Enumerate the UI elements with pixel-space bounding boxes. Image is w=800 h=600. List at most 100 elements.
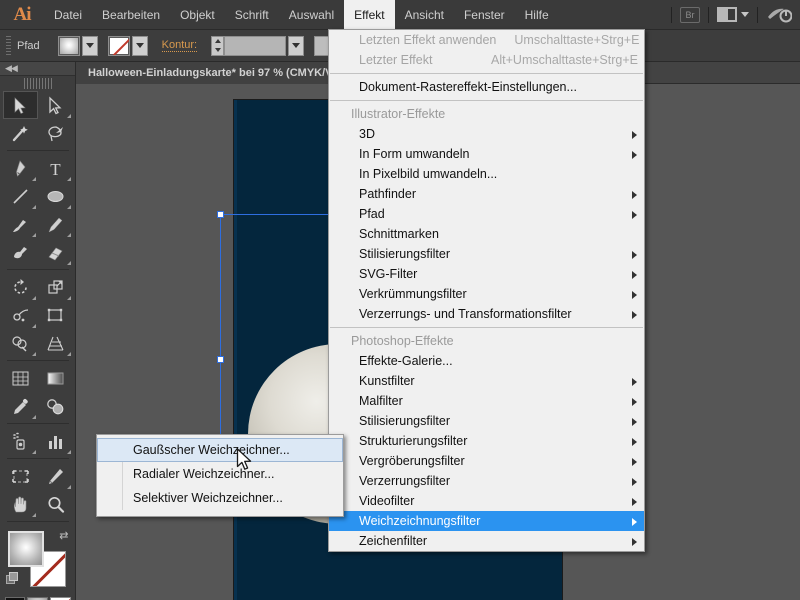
slice-tool[interactable]: [38, 462, 73, 490]
stroke-swatch[interactable]: [107, 35, 130, 56]
pen-tool[interactable]: [3, 154, 38, 182]
stroke-weight-label[interactable]: Kontur:: [161, 39, 198, 52]
menu-schrift[interactable]: Schrift: [225, 0, 279, 30]
menu-item-schnittmarken[interactable]: Schnittmarken: [329, 224, 644, 244]
menu-effekt[interactable]: Effekt: [344, 0, 395, 30]
menu-auswahl[interactable]: Auswahl: [279, 0, 344, 30]
paintbrush-tool[interactable]: [3, 210, 38, 238]
menu-item-in-pixelbild-umwandeln[interactable]: In Pixelbild umwandeln...: [329, 164, 644, 184]
menu-objekt[interactable]: Objekt: [170, 0, 225, 30]
shape-builder-icon: [11, 335, 27, 351]
toolbox-fill-swatch[interactable]: [7, 531, 44, 567]
stroke-weight-dropdown-button[interactable]: [288, 35, 305, 56]
fill-dropdown-button[interactable]: [81, 35, 98, 56]
artboard-tool[interactable]: [3, 462, 38, 490]
shape-builder-tool[interactable]: [3, 329, 38, 357]
workspace-switcher-icon[interactable]: [766, 6, 792, 24]
arrange-documents-icon[interactable]: [717, 7, 749, 22]
menu-item-malfilter[interactable]: Malfilter: [329, 391, 644, 411]
scale-tool[interactable]: [38, 273, 73, 301]
fill-control[interactable]: [57, 35, 98, 56]
menu-item-label: Stilisierungsfilter: [359, 414, 451, 428]
menu-item-verzerrungs-und-transformationsfilter[interactable]: Verzerrungs- und Transformationsfilter: [329, 304, 644, 324]
eyedropper-tool[interactable]: [3, 392, 38, 420]
selection-handle[interactable]: [217, 356, 224, 363]
menu-item-stilisierungsfilter[interactable]: Stilisierungsfilter: [329, 244, 644, 264]
stroke-weight-field[interactable]: [224, 35, 287, 56]
menu-item-strukturierungsfilter[interactable]: Strukturierungsfilter: [329, 431, 644, 451]
menu-item-vergröberungsfilter[interactable]: Vergröberungsfilter: [329, 451, 644, 471]
menu-item-stilisierungsfilter[interactable]: Stilisierungsfilter: [329, 411, 644, 431]
menu-fenster[interactable]: Fenster: [454, 0, 515, 30]
line-segment-tool[interactable]: [3, 182, 38, 210]
rotate-tool[interactable]: [3, 273, 38, 301]
menu-item-verzerrungsfilter[interactable]: Verzerrungsfilter: [329, 471, 644, 491]
symbol-sprayer-tool[interactable]: [3, 427, 38, 455]
menu-item-pfad[interactable]: Pfad: [329, 204, 644, 224]
menu-item-effekte-galerie[interactable]: Effekte-Galerie...: [329, 351, 644, 371]
menu-item-label: In Form umwandeln: [359, 147, 470, 161]
toolbox-grip[interactable]: [23, 78, 52, 89]
selection-handle[interactable]: [217, 211, 224, 218]
tool-flyout-indicator: [31, 450, 36, 454]
tool-flyout-indicator: [66, 233, 71, 237]
submenu-item-selektiver-weichzeichner[interactable]: Selektiver Weichzeichner...: [97, 486, 343, 510]
control-bar-grip[interactable]: [6, 35, 11, 56]
gradient-icon: [47, 372, 63, 384]
fill-swatch[interactable]: [57, 35, 80, 56]
menu-datei[interactable]: Datei: [44, 0, 92, 30]
menu-item-3d[interactable]: 3D: [329, 124, 644, 144]
menu-item-zeichenfilter[interactable]: Zeichenfilter: [329, 531, 644, 551]
menu-ansicht[interactable]: Ansicht: [395, 0, 454, 30]
submenu-arrow-icon: [632, 191, 637, 199]
submenu-arrow-icon: [632, 131, 637, 139]
menu-item-pathfinder[interactable]: Pathfinder: [329, 184, 644, 204]
blend-icon: [46, 398, 63, 414]
blob-brush-tool[interactable]: [3, 238, 38, 266]
direct-selection-tool[interactable]: [38, 91, 73, 119]
menu-item-kunstfilter[interactable]: Kunstfilter: [329, 371, 644, 391]
swap-fill-stroke-icon[interactable]: ⇄: [59, 529, 68, 542]
weichzeichnungsfilter-submenu[interactable]: Gaußscher Weichzeichner... Radialer Weich…: [96, 434, 344, 517]
stroke-dropdown-button[interactable]: [131, 35, 148, 56]
submenu-arrow-icon: [632, 498, 637, 506]
artboard-icon: [11, 469, 29, 483]
menu-item-dokument-rastereffekt-einstellungen[interactable]: Dokument-Rastereffekt-Einstellungen...: [329, 77, 644, 97]
menu-hilfe[interactable]: Hilfe: [515, 0, 559, 30]
ellipse-tool[interactable]: [38, 182, 73, 210]
submenu-arrow-icon: [632, 478, 637, 486]
magic-wand-tool[interactable]: [3, 119, 38, 147]
menu-item-verkrümmungsfilter[interactable]: Verkrümmungsfilter: [329, 284, 644, 304]
selection-tool[interactable]: [2, 91, 38, 119]
submenu-item-gaußscher-weichzeichner[interactable]: Gaußscher Weichzeichner...: [97, 438, 343, 462]
free-transform-tool[interactable]: [38, 301, 73, 329]
submenu-arrow-icon: [632, 251, 637, 259]
menu-bearbeiten[interactable]: Bearbeiten: [92, 0, 170, 30]
perspective-grid-tool[interactable]: [38, 329, 73, 357]
hand-tool[interactable]: [3, 490, 38, 518]
zoom-tool[interactable]: [38, 490, 73, 518]
menu-item-in-form-umwandeln[interactable]: In Form umwandeln: [329, 144, 644, 164]
menu-item-svg-filter[interactable]: SVG-Filter: [329, 264, 644, 284]
bridge-icon[interactable]: Br: [680, 6, 700, 23]
menu-item-videofilter[interactable]: Videofilter: [329, 491, 644, 511]
stroke-weight-stepper[interactable]: [211, 35, 225, 56]
mesh-tool[interactable]: [3, 364, 38, 392]
type-tool[interactable]: T: [38, 154, 73, 182]
pencil-tool[interactable]: [38, 210, 73, 238]
menu-item-weichzeichnungsfilter[interactable]: Weichzeichnungsfilter: [329, 511, 644, 531]
column-graph-tool[interactable]: [38, 427, 73, 455]
rotate-icon: [13, 278, 27, 294]
type-T-icon: T: [50, 160, 61, 178]
lasso-tool[interactable]: [38, 119, 73, 147]
effect-dropdown-menu[interactable]: Letzten Effekt anwenden Umschalttaste+Str…: [328, 29, 645, 552]
document-tab[interactable]: Halloween-Einladungskarte* bei 97 % (CMY…: [76, 62, 346, 84]
default-fill-stroke-icon[interactable]: [5, 572, 19, 585]
width-tool[interactable]: [3, 301, 38, 329]
submenu-item-radialer-weichzeichner[interactable]: Radialer Weichzeichner...: [97, 462, 343, 486]
blend-tool[interactable]: [38, 392, 73, 420]
gradient-tool[interactable]: [38, 364, 73, 392]
stroke-color-control[interactable]: [107, 35, 148, 56]
eraser-tool[interactable]: [38, 238, 73, 266]
toolbox-collapse-bar[interactable]: ◀◀: [0, 62, 75, 76]
